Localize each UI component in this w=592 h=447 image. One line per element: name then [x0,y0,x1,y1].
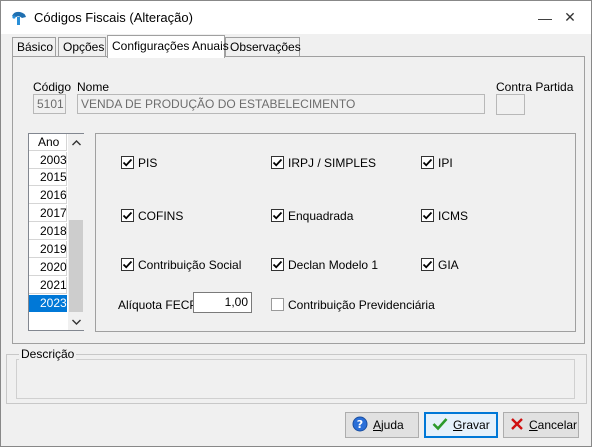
tab-configuracoes-anuais[interactable]: Configurações Anuais [107,35,229,58]
scroll-down-icon[interactable] [68,313,84,330]
help-icon: ? [352,416,368,435]
enquadrada-label: Enquadrada [288,209,354,223]
descricao-group: Descrição [6,347,587,404]
ajuda-label: juda [381,418,404,432]
contra-partida-label: Contra Partida [496,80,574,94]
year-item-selected[interactable]: 2023 [29,295,67,312]
cancelar-button[interactable]: Cancelar [503,412,579,438]
year-item[interactable]: 2021 [29,277,67,294]
year-item[interactable]: 2020 [29,259,67,276]
descricao-label: Descrição [19,347,77,361]
contribuicao-previdenciaria-label: Contribuição Previdenciária [288,298,435,312]
contra-partida-field[interactable] [496,94,525,115]
window-title: Códigos Fiscais (Alteração) [34,10,193,25]
year-item[interactable]: 2015 [29,169,67,186]
contribuicao-social-checkbox[interactable] [121,258,134,271]
ipi-checkbox[interactable] [421,156,434,169]
app-icon [10,10,28,26]
gravar-accel: G [453,418,463,432]
cancel-x-icon [510,417,524,434]
scroll-thumb[interactable] [69,220,83,312]
year-item[interactable]: 2016 [29,187,67,204]
ipi-label: IPI [438,156,453,170]
cofins-checkbox[interactable] [121,209,134,222]
enquadrada-checkbox[interactable] [271,209,284,222]
gia-checkbox[interactable] [421,258,434,271]
nome-field[interactable]: VENDA DE PRODUÇÃO DO ESTABELECIMENTO [77,94,485,114]
pis-checkbox[interactable] [121,156,134,169]
tab-observacoes[interactable]: Observações [225,37,301,57]
year-list-header[interactable]: Ano [29,134,67,151]
ajuda-accel: A [373,418,382,432]
tab-panel-configuracoes-anuais: Código 5101 Nome VENDA DE PRODUÇÃO DO ES… [12,56,585,344]
contribuicao-previdenciaria-checkbox[interactable] [271,298,284,311]
irpj-simples-checkbox[interactable] [271,156,284,169]
codigo-label: Código [33,80,72,94]
descricao-field[interactable] [16,359,575,399]
contribuicao-social-label: Contribuição Social [138,258,242,272]
close-button[interactable]: ✕ [547,1,592,34]
gravar-label: ravar [462,418,490,432]
tab-basico[interactable]: Básico [12,37,56,57]
year-item[interactable]: 2018 [29,223,67,240]
cofins-label: COFINS [138,209,184,223]
gravar-button[interactable]: Gravar [424,412,498,438]
aliquota-fecp-label: Alíquota FECP [118,298,198,312]
tax-options-panel: PIS IRPJ / SIMPLES IPI COFINS Enquadrada… [95,133,576,332]
pis-label: PIS [138,156,158,170]
title-bar: Códigos Fiscais (Alteração) — ✕ [1,1,591,34]
codigo-field[interactable]: 5101 [33,94,66,114]
icms-checkbox[interactable] [421,209,434,222]
scroll-up-icon[interactable] [68,134,84,151]
year-list-scrollbar[interactable] [68,134,84,330]
year-list[interactable]: Ano 2003 2015 2016 2017 2018 2019 2020 2… [28,133,84,331]
nome-label: Nome [77,80,110,94]
cancelar-accel: C [529,418,538,432]
checkmark-icon [432,417,448,434]
aliquota-fecp-input[interactable]: 1,00 [193,292,252,313]
icms-label: ICMS [438,209,468,223]
year-item[interactable]: 2003 [29,152,67,169]
dialog-window: Códigos Fiscais (Alteração) — ✕ Básico O… [0,0,592,447]
cancelar-label: ancelar [537,418,578,432]
year-item[interactable]: 2019 [29,241,67,258]
irpj-simples-label: IRPJ / SIMPLES [288,156,377,170]
svg-text:?: ? [357,418,363,431]
declan-modelo-1-label: Declan Modelo 1 [288,258,379,272]
ajuda-button[interactable]: ? Ajuda [345,412,419,438]
tab-opcoes[interactable]: Opções [58,37,106,57]
declan-modelo-1-checkbox[interactable] [271,258,284,271]
gia-label: GIA [438,258,459,272]
year-item[interactable]: 2017 [29,205,67,222]
